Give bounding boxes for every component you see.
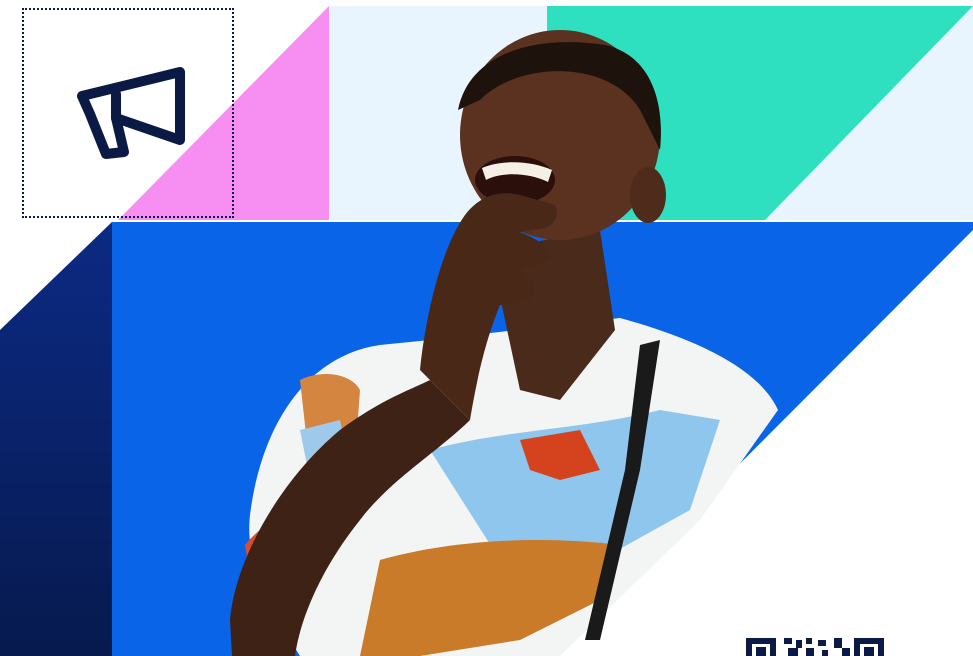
person-photo (230, 30, 778, 656)
poster-canvas (0, 0, 973, 656)
qr-code-icon (744, 636, 890, 656)
